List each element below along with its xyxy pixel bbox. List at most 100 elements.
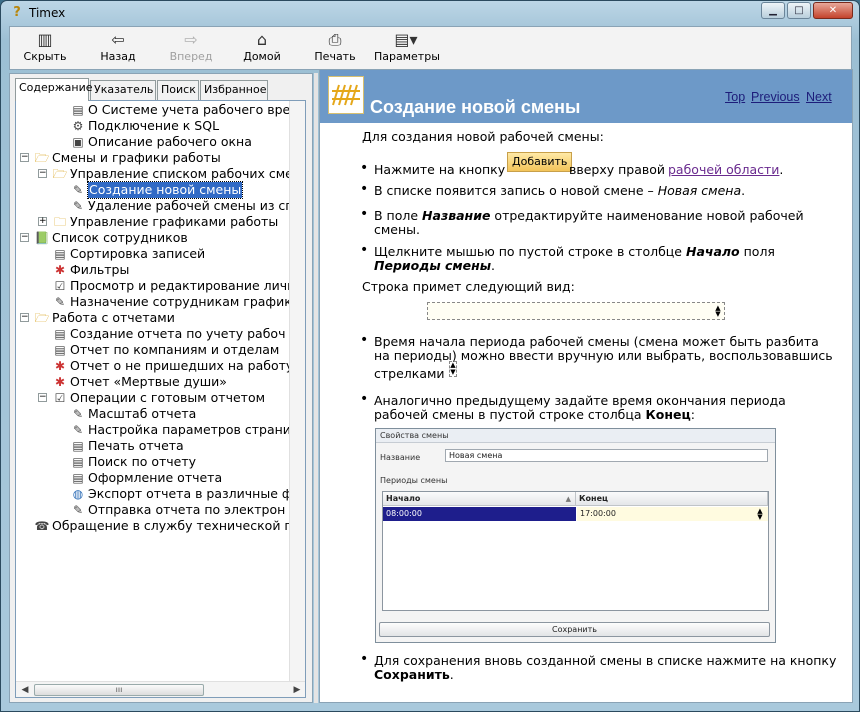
tree-item[interactable]: ▤ О Системе учета рабочего времени bbox=[16, 102, 291, 118]
tab-contents[interactable]: Содержание bbox=[15, 78, 93, 101]
scroll-right-icon[interactable]: ▶ bbox=[289, 682, 305, 697]
logo-icon bbox=[328, 76, 364, 114]
topic-vertical-scrollbar[interactable] bbox=[836, 123, 852, 702]
step-3-post: отредактируйте наименование новой рабоче… bbox=[494, 208, 804, 223]
print-button[interactable]: ⎙ Печать bbox=[312, 30, 358, 68]
collapse-icon[interactable]: − bbox=[20, 153, 29, 162]
top-link[interactable]: Top bbox=[725, 90, 745, 104]
tree-item[interactable]: ▤ Сортировка записей bbox=[16, 246, 291, 262]
tree-item[interactable]: ✎ Отправка отчета по электрон bbox=[16, 502, 291, 518]
tab-search[interactable]: Поиск bbox=[157, 80, 199, 100]
topic-edit-icon: ✎ bbox=[72, 199, 84, 213]
tab-index[interactable]: Указатель bbox=[90, 80, 156, 100]
tree-item[interactable]: − ☑ Операции с готовым отчетом bbox=[16, 390, 291, 406]
maximize-button[interactable]: □ bbox=[787, 2, 811, 19]
col-start-label: Начало bbox=[386, 494, 421, 503]
tree-item[interactable]: − 🗁 Работа с отчетами bbox=[16, 310, 291, 326]
tree-item[interactable]: − 🗁 Смены и графики работы bbox=[16, 150, 291, 166]
tree-item[interactable]: ⚙ Подключение к SQL bbox=[16, 118, 291, 134]
tree-item[interactable]: ✎ Настройка параметров страни bbox=[16, 422, 291, 438]
contents-tree[interactable]: ▤ О Системе учета рабочего времени ⚙ Подклю… bbox=[16, 102, 291, 672]
tree-item[interactable]: ▤ Создание отчета по учету рабоч bbox=[16, 326, 291, 342]
minimize-button[interactable]: ▁ bbox=[761, 2, 785, 19]
intro-text: Для создания новой рабочей смены: bbox=[362, 129, 604, 144]
home-button[interactable]: ⌂ Домой bbox=[240, 30, 284, 68]
folder-open-icon: 🗁 bbox=[52, 167, 68, 181]
forward-label: Вперед bbox=[169, 50, 213, 63]
topic-edit-icon: ✎ bbox=[54, 295, 66, 309]
tree-item[interactable]: ✎ Создание новой смены bbox=[16, 181, 291, 199]
tree-item[interactable]: − 🗁 Управление списком рабочих сме bbox=[16, 166, 291, 182]
add-button-label: Добавить bbox=[512, 155, 568, 168]
tree-item[interactable]: ✎ Назначение сотрудникам график bbox=[16, 294, 291, 310]
tree-item[interactable]: ◍ Экспорт отчета в различные ф bbox=[16, 486, 291, 502]
collapse-icon[interactable]: − bbox=[20, 233, 29, 242]
topic-filter-icon: ✱ bbox=[54, 263, 66, 277]
hide-button[interactable]: ▥ Скрыть bbox=[22, 30, 68, 68]
tree-item[interactable]: ▤ Оформление отчета bbox=[16, 470, 291, 486]
tree-item[interactable]: ✱ Фильтры bbox=[16, 262, 291, 278]
tree-item[interactable]: ✱ Отчет «Мертвые души» bbox=[16, 374, 291, 390]
forward-button[interactable]: ⇨ Вперед bbox=[168, 30, 214, 68]
folder-open-icon: 🗁 bbox=[34, 151, 50, 165]
bullet: • bbox=[360, 206, 369, 222]
close-button[interactable]: ✕ bbox=[813, 2, 853, 19]
tree-item[interactable]: ✎ Масштаб отчета bbox=[16, 406, 291, 422]
previous-link[interactable]: Previous bbox=[751, 90, 800, 104]
collapse-icon[interactable]: − bbox=[20, 313, 29, 322]
scroll-thumb[interactable]: ııı bbox=[34, 684, 204, 696]
topic-edit-icon: ✎ bbox=[72, 423, 84, 437]
tree-item-label: Сортировка записей bbox=[70, 246, 206, 261]
tree-horizontal-scrollbar[interactable]: ◀ ııı ▶ bbox=[16, 681, 305, 697]
tree-item[interactable]: − 📗 Список сотрудников bbox=[16, 230, 291, 246]
tree-item-label: Отчет по компаниям и отделам bbox=[70, 342, 280, 357]
collapse-icon[interactable]: − bbox=[38, 169, 47, 178]
tree-item-label: Отчет о не пришедших на работу bbox=[70, 358, 291, 373]
forward-arrow-icon: ⇨ bbox=[184, 30, 198, 49]
hide-label: Скрыть bbox=[23, 50, 67, 63]
book-icon: 📗 bbox=[34, 231, 50, 245]
tree-item[interactable]: ▣ Описание рабочего окна bbox=[16, 134, 291, 150]
toolbar: ▥ Скрыть ⇦ Назад ⇨ Вперед ⌂ Домой ⎙ Печа… bbox=[9, 26, 852, 70]
collapse-icon[interactable]: − bbox=[38, 393, 47, 402]
name-field: Новая смена bbox=[445, 449, 768, 462]
options-icon: ▤▾ bbox=[394, 30, 418, 49]
tree-item[interactable]: ▤ Поиск по отчету bbox=[16, 454, 291, 470]
tree-item[interactable]: + 🗀 Управление графиками работы bbox=[16, 214, 291, 230]
title-bar[interactable]: ? Timex ▁ □ ✕ bbox=[1, 1, 859, 25]
topic-pane: Создание новой смены Top Previous Next Д… bbox=[319, 69, 853, 703]
tree-item[interactable]: ☎ Обращение в службу технической п bbox=[16, 518, 291, 534]
tree-item-label: Фильтры bbox=[70, 262, 130, 277]
tree-item-label: Оформление отчета bbox=[88, 470, 223, 485]
step-6-strong: Конец bbox=[645, 407, 691, 422]
navigation-pane: Содержание Указатель Поиск Избранное ▤ О … bbox=[9, 73, 313, 703]
expand-icon[interactable]: + bbox=[38, 217, 47, 226]
step-6-line2: рабочей смены в пустой строке столбца Ко… bbox=[374, 408, 695, 422]
topic-page-icon: ▤ bbox=[72, 103, 84, 117]
row-start-cell: 08:00:00 bbox=[383, 507, 576, 521]
work-area-link-text[interactable]: рабочей области bbox=[668, 162, 779, 177]
tree-item[interactable]: ▤ Отчет по компаниям и отделам bbox=[16, 342, 291, 358]
tree-item-label: Операции с готовым отчетом bbox=[70, 390, 266, 405]
tree-item[interactable]: ✱ Отчет о не пришедших на работу bbox=[16, 358, 291, 374]
scroll-left-icon[interactable]: ◀ bbox=[17, 682, 33, 697]
folder-open-icon: 🗁 bbox=[34, 311, 50, 325]
topic-check-icon: ☑ bbox=[54, 279, 66, 293]
topic-window-icon: ▣ bbox=[72, 135, 84, 149]
options-button[interactable]: ▤▾ Параметры bbox=[374, 30, 440, 68]
tree-item[interactable]: ▤ Печать отчета bbox=[16, 438, 291, 454]
bullet: • bbox=[360, 160, 369, 176]
back-button[interactable]: ⇦ Назад bbox=[96, 30, 140, 68]
tab-contents-label: Содержание bbox=[19, 81, 93, 94]
tree-item[interactable]: ☑ Просмотр и редактирование личн bbox=[16, 278, 291, 294]
step-2: В списке появится запись о новой смене –… bbox=[374, 184, 745, 198]
next-link[interactable]: Next bbox=[806, 90, 832, 104]
tree-vertical-scrollbar[interactable] bbox=[289, 101, 305, 683]
step-5-line1: Время начала периода рабочей смены (смен… bbox=[374, 334, 819, 349]
work-area-link[interactable]: рабочей области. bbox=[668, 163, 783, 177]
tree-item[interactable]: ✎ Удаление рабочей смены из сп bbox=[16, 198, 291, 214]
pane-splitter[interactable] bbox=[314, 73, 318, 703]
sort-up-icon: ▲ bbox=[565, 495, 571, 503]
tab-favorites[interactable]: Избранное bbox=[200, 80, 268, 100]
tab-favorites-label: Избранное bbox=[204, 83, 267, 96]
